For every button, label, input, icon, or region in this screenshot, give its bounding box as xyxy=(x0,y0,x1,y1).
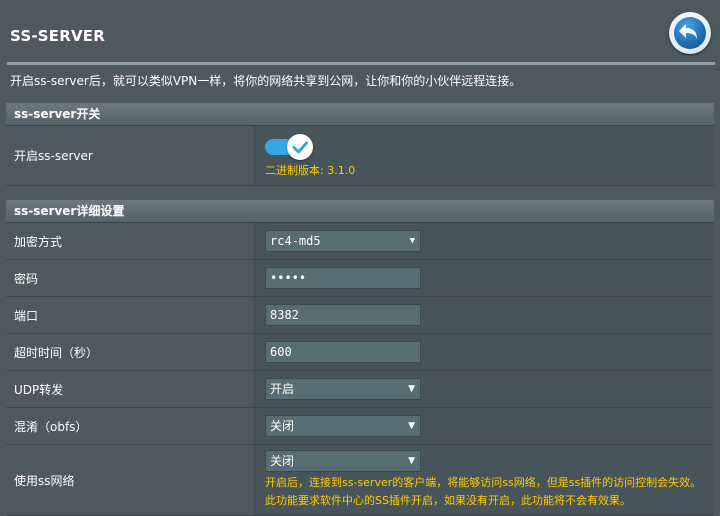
use-ss-label: 使用ss网络 xyxy=(6,445,255,515)
page-title: SS-SERVER xyxy=(10,27,105,45)
timeout-input[interactable] xyxy=(265,341,421,363)
use-ss-note-line2: 此功能要求软件中心的SS插件开启，如果没有开启，此功能将不会有效果。 xyxy=(265,494,631,507)
obfs-select[interactable]: 关闭 ▼ xyxy=(265,415,421,437)
switch-section: ss-server开关 开启ss-server 二进制版本: 3.1.0 xyxy=(6,103,714,186)
check-icon xyxy=(292,141,308,153)
page-description: 开启ss-server后，就可以类似VPN一样，将你的网络共享到公网，让你和你的… xyxy=(10,74,522,88)
enable-row: 开启ss-server 二进制版本: 3.1.0 xyxy=(6,126,714,186)
timeout-value-cell xyxy=(255,334,714,370)
port-input[interactable] xyxy=(265,304,421,326)
udp-select[interactable]: 开启 ▼ xyxy=(265,378,421,400)
chevron-down-icon: ▼ xyxy=(408,456,415,466)
password-input[interactable] xyxy=(265,267,421,289)
chevron-down-icon: ▼ xyxy=(409,236,415,246)
back-arrow-glyph xyxy=(679,24,697,39)
encryption-select[interactable]: rc4-md5 ▼ xyxy=(265,230,421,252)
timeout-label: 超时时间（秒） xyxy=(6,334,255,370)
use-ss-selected: 关闭 xyxy=(270,454,295,468)
password-row: 密码 xyxy=(6,260,714,297)
enable-label: 开启ss-server xyxy=(6,126,255,185)
port-row: 端口 xyxy=(6,297,714,334)
obfs-row: 混淆（obfs） 关闭 ▼ xyxy=(6,408,714,445)
use-ss-note: 开启后，连接到ss-server的客户端，将能够访问ss网络，但是ss插件的访问… xyxy=(265,474,714,510)
binary-version: 二进制版本: 3.1.0 xyxy=(265,163,356,177)
port-label: 端口 xyxy=(6,297,255,333)
encryption-row: 加密方式 rc4-md5 ▼ xyxy=(6,223,714,260)
password-value-cell xyxy=(255,260,714,296)
use-ss-select[interactable]: 关闭 ▼ xyxy=(265,450,421,472)
obfs-label: 混淆（obfs） xyxy=(6,408,255,444)
ss-server-page: SS-SERVER 开启ss-server后，就可以类似VPN一样，将你的网络共… xyxy=(0,0,720,516)
password-label: 密码 xyxy=(6,260,255,296)
detail-section-title: ss-server详细设置 xyxy=(6,200,714,223)
back-button[interactable] xyxy=(669,12,711,54)
use-ss-row: 使用ss网络 关闭 ▼ 开启后，连接到ss-server的客户端，将能够访问ss… xyxy=(6,445,714,516)
encryption-value-cell: rc4-md5 ▼ xyxy=(255,223,714,259)
chevron-down-icon: ▼ xyxy=(408,384,415,394)
enable-ss-server-toggle[interactable] xyxy=(265,133,317,160)
udp-value-cell: 开启 ▼ xyxy=(255,371,714,407)
header-divider xyxy=(7,62,715,65)
page-header: SS-SERVER xyxy=(0,0,720,62)
udp-label: UDP转发 xyxy=(6,371,255,407)
toggle-knob xyxy=(287,133,313,160)
switch-section-title: ss-server开关 xyxy=(6,103,714,126)
encryption-selected: rc4-md5 xyxy=(270,234,321,248)
udp-row: UDP转发 开启 ▼ xyxy=(6,371,714,408)
obfs-value-cell: 关闭 ▼ xyxy=(255,408,714,444)
chevron-down-icon: ▼ xyxy=(408,421,415,431)
timeout-row: 超时时间（秒） xyxy=(6,334,714,371)
use-ss-value-cell: 关闭 ▼ 开启后，连接到ss-server的客户端，将能够访问ss网络，但是ss… xyxy=(255,445,714,515)
obfs-selected: 关闭 xyxy=(270,419,295,433)
port-value-cell xyxy=(255,297,714,333)
enable-value-cell: 二进制版本: 3.1.0 xyxy=(255,126,714,185)
use-ss-note-line1: 开启后，连接到ss-server的客户端，将能够访问ss网络，但是ss插件的访问… xyxy=(265,476,702,489)
detail-section: ss-server详细设置 加密方式 rc4-md5 ▼ 密码 端口 超时时间 xyxy=(6,200,714,516)
encryption-label: 加密方式 xyxy=(6,223,255,259)
udp-selected: 开启 xyxy=(270,382,295,396)
